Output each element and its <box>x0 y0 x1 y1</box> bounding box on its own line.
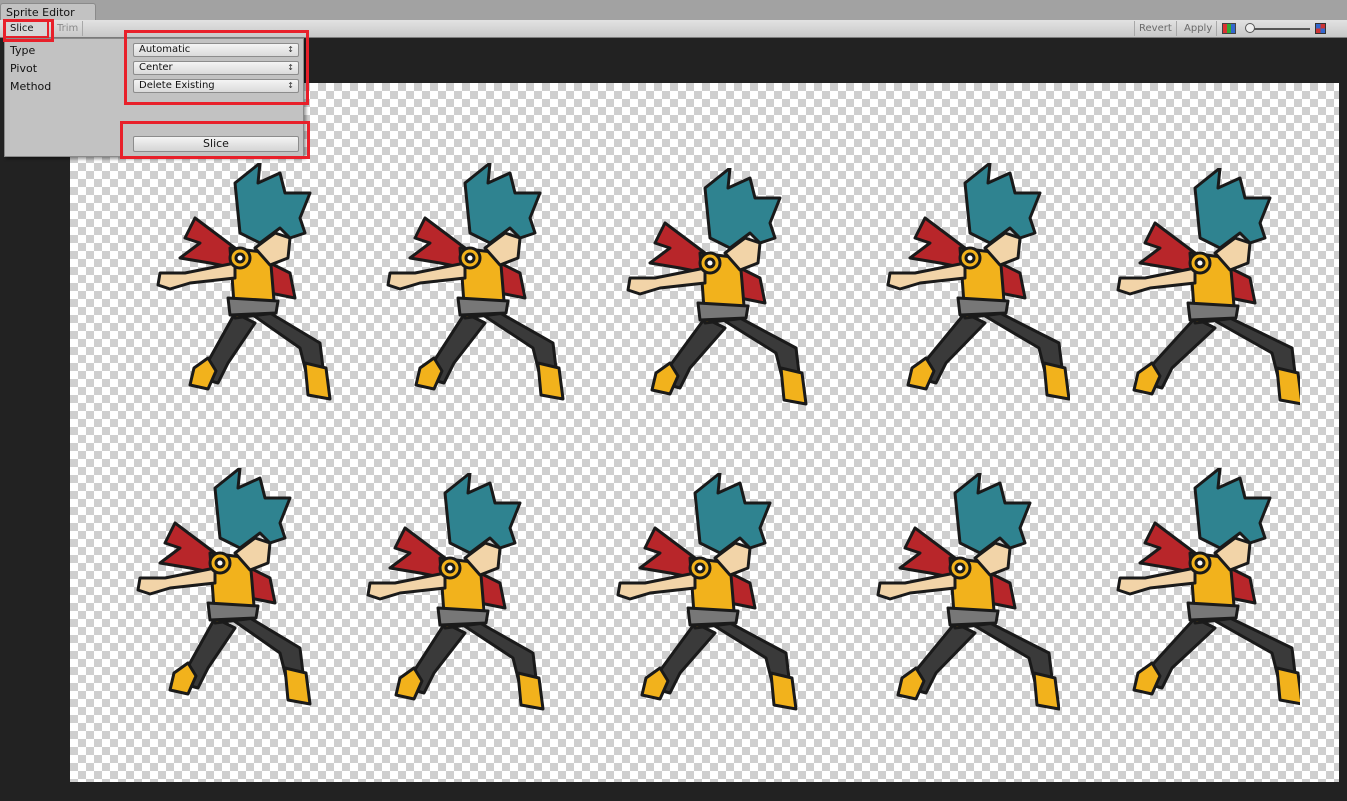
zoom-slider-thumb[interactable] <box>1245 23 1255 33</box>
tab-sprite-editor[interactable]: Sprite Editor <box>0 3 96 20</box>
slice-popup: Type Pivot Method Automatic ↕ Center ↕ D… <box>4 38 304 157</box>
sprite-frame[interactable] <box>350 471 550 733</box>
sprite-editor-toolbar: Slice ÷ Trim Revert Apply <box>0 20 1347 48</box>
trim-button[interactable]: Trim <box>52 21 84 36</box>
rgb-channel-icon[interactable] <box>1222 23 1236 34</box>
tab-strip: Sprite Editor <box>0 0 1347 20</box>
sprite-frame[interactable] <box>610 166 810 428</box>
sprite-frame[interactable] <box>140 161 340 423</box>
sprite-frame[interactable] <box>870 161 1071 423</box>
chevron-updown-icon: ↕ <box>287 63 294 72</box>
apply-button[interactable]: Apply <box>1180 21 1218 36</box>
pivot-dropdown-value: Center <box>139 62 173 73</box>
method-dropdown[interactable]: Delete Existing ↕ <box>133 79 299 93</box>
slice-button[interactable]: Slice <box>133 136 299 152</box>
zoom-slider[interactable] <box>1250 28 1310 30</box>
sprite-frame[interactable] <box>1100 466 1304 728</box>
type-dropdown-value: Automatic <box>139 44 191 55</box>
sprite-frame[interactable] <box>1100 166 1304 428</box>
sprite-canvas[interactable] <box>70 83 1339 782</box>
chevron-updown-icon: ↕ <box>287 81 294 90</box>
sprite-frame[interactable] <box>370 161 570 423</box>
sprite-frame[interactable] <box>600 471 800 733</box>
type-label: Type <box>10 44 36 57</box>
sprite-frame[interactable] <box>120 466 320 728</box>
alpha-toggle-icon[interactable] <box>1315 23 1326 34</box>
pivot-label: Pivot <box>10 62 38 75</box>
type-dropdown[interactable]: Automatic ↕ <box>133 43 299 57</box>
chevron-updown-icon: ↕ <box>287 45 294 54</box>
method-dropdown-value: Delete Existing <box>139 80 215 91</box>
slice-menu-button[interactable]: Slice ÷ <box>4 20 49 48</box>
pivot-dropdown[interactable]: Center ↕ <box>133 61 299 75</box>
revert-button[interactable]: Revert <box>1134 21 1177 36</box>
method-label: Method <box>10 80 52 93</box>
sprite-frame[interactable] <box>860 471 1061 733</box>
